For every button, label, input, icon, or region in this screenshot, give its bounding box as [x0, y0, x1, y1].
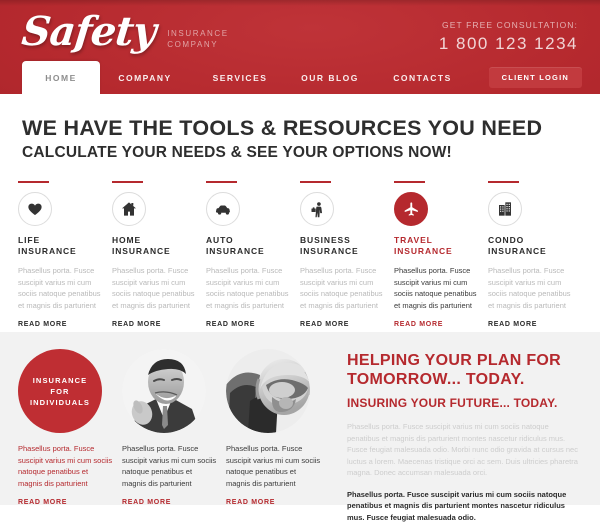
- badge-line-1: INSURANCE: [33, 375, 88, 386]
- helmet-racer-photo: [226, 349, 310, 433]
- service-card-auto[interactable]: AUTO INSURANCE Phasellus porta. Fusce sus…: [206, 181, 300, 331]
- service-title: AUTO INSURANCE: [206, 235, 292, 257]
- promo-subtitle: INSURING YOUR FUTURE... TODAY.: [347, 396, 582, 411]
- nav-item-contacts[interactable]: CONTACTS: [385, 61, 460, 94]
- service-description: Phasellus porta. Fusce suscipit varius m…: [206, 265, 292, 311]
- promo-title: HELPING YOUR PLAN FOR TOMORROW... TODAY.: [347, 351, 582, 389]
- read-more-link[interactable]: READ MORE: [112, 321, 161, 328]
- businessperson-icon: [300, 192, 334, 226]
- individuals-badge-column: INSURANCE FOR INDIVIDUALS Phasellus port…: [18, 349, 114, 505]
- logo-tagline-line1: INSURANCE: [167, 28, 229, 39]
- read-more-link[interactable]: READ MORE: [488, 321, 537, 328]
- smiling-businessman-photo: [122, 349, 206, 433]
- service-accent-bar: [394, 181, 425, 183]
- service-accent-bar: [112, 181, 143, 183]
- service-card-life[interactable]: LIFE INSURANCE Phasellus porta. Fusce sus…: [18, 181, 112, 331]
- house-icon: [112, 192, 146, 226]
- read-more-link[interactable]: READ MORE: [18, 321, 67, 328]
- logo-tagline-line2: COMPANY: [167, 39, 229, 50]
- client-login-button[interactable]: CLIENT LOGIN: [489, 67, 582, 88]
- individuals-text: Phasellus porta. Fusce suscipit varius m…: [226, 443, 322, 489]
- service-description: Phasellus porta. Fusce suscipit varius m…: [18, 265, 104, 311]
- nav-item-services[interactable]: SERVICES: [205, 61, 275, 94]
- nav-item-home[interactable]: HOME: [22, 61, 100, 94]
- badge-line-3: INDIVIDUALS: [30, 397, 90, 408]
- nav-item-our-blog[interactable]: OUR BLOG: [295, 61, 365, 94]
- services-row: LIFE INSURANCE Phasellus porta. Fusce sus…: [0, 181, 600, 331]
- service-title: TRAVEL INSURANCE: [394, 235, 480, 257]
- service-card-business[interactable]: BUSINESS INSURANCE Phasellus porta. Fusce…: [300, 181, 394, 331]
- page-title: WE HAVE THE TOOLS & RESOURCES YOU NEED: [22, 116, 600, 140]
- promo-block: HELPING YOUR PLAN FOR TOMORROW... TODAY.…: [330, 349, 582, 505]
- service-title: BUSINESS INSURANCE: [300, 235, 386, 257]
- service-accent-bar: [18, 181, 49, 183]
- service-accent-bar: [206, 181, 237, 183]
- read-more-link[interactable]: READ MORE: [206, 321, 255, 328]
- service-title: CONDO INSURANCE: [488, 235, 574, 257]
- service-title: HOME INSURANCE: [112, 235, 198, 257]
- individuals-photo-column-2: Phasellus porta. Fusce suscipit varius m…: [226, 349, 322, 505]
- service-description: Phasellus porta. Fusce suscipit varius m…: [300, 265, 386, 311]
- individuals-text: Phasellus porta. Fusce suscipit varius m…: [18, 443, 114, 489]
- nav-item-company[interactable]: COMPANY: [110, 61, 180, 94]
- main-navigation: HOME COMPANY SERVICES OUR BLOG CONTACTS CLIE…: [0, 61, 600, 94]
- logo-tagline: INSURANCE COMPANY: [167, 28, 229, 50]
- site-logo[interactable]: Safety INSURANCE COMPANY: [22, 10, 229, 54]
- consultation-phone[interactable]: 1 800 123 1234: [439, 34, 578, 54]
- logo-wordmark: Safety: [20, 10, 158, 54]
- service-description: Phasellus porta. Fusce suscipit varius m…: [112, 265, 198, 311]
- heart-icon: [18, 192, 52, 226]
- individuals-photo-column-1: Phasellus porta. Fusce suscipit varius m…: [122, 349, 218, 505]
- insurance-for-individuals-badge: INSURANCE FOR INDIVIDUALS: [18, 349, 102, 433]
- service-card-condo[interactable]: CONDO INSURANCE Phasellus porta. Fusce su…: [488, 181, 582, 331]
- page-root: Safety INSURANCE COMPANY GET FREE CONSUL…: [0, 0, 600, 505]
- individuals-section: INSURANCE FOR INDIVIDUALS Phasellus port…: [0, 332, 600, 505]
- page-subtitle: CALCULATE YOUR NEEDS & SEE YOUR OPTIONS …: [22, 143, 600, 162]
- badge-line-2: FOR: [50, 386, 69, 397]
- service-card-home[interactable]: HOME INSURANCE Phasellus porta. Fusce sus…: [112, 181, 206, 331]
- promo-paragraph-light: Phasellus porta. Fusce suscipit varius m…: [347, 421, 582, 479]
- service-card-travel[interactable]: TRAVEL INSURANCE Phasellus porta. Fusce s…: [394, 181, 488, 331]
- service-title: LIFE INSURANCE: [18, 235, 104, 257]
- consultation-label: GET FREE CONSULTATION:: [439, 20, 578, 30]
- building-icon: [488, 192, 522, 226]
- service-accent-bar: [300, 181, 331, 183]
- service-description: Phasellus porta. Fusce suscipit varius m…: [394, 265, 480, 311]
- site-header: Safety INSURANCE COMPANY GET FREE CONSUL…: [0, 0, 600, 94]
- promo-paragraph-bold: Phasellus porta. Fusce suscipit varius m…: [347, 489, 582, 523]
- car-icon: [206, 192, 240, 226]
- service-accent-bar: [488, 181, 519, 183]
- airplane-icon: [394, 192, 428, 226]
- service-description: Phasellus porta. Fusce suscipit varius m…: [488, 265, 574, 311]
- read-more-link[interactable]: READ MORE: [394, 321, 443, 328]
- consultation-block: GET FREE CONSULTATION: 1 800 123 1234: [439, 20, 578, 54]
- individuals-text: Phasellus porta. Fusce suscipit varius m…: [122, 443, 218, 489]
- read-more-link[interactable]: READ MORE: [300, 321, 349, 328]
- hero-headline-block: WE HAVE THE TOOLS & RESOURCES YOU NEED C…: [0, 94, 600, 162]
